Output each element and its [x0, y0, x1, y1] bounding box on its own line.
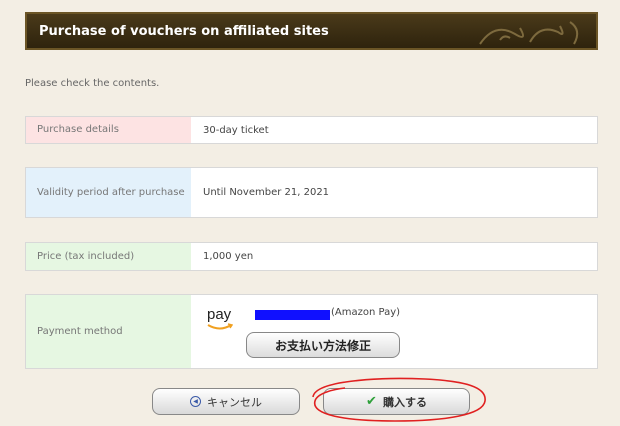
price-label: Price (tax included) [26, 243, 191, 270]
payment-method-value: pay (Amazon Pay) お支払い方法修正 [191, 295, 597, 368]
price-value: 1,000 yen [203, 251, 254, 262]
circle-left-arrow-icon: ◀ [190, 396, 201, 407]
purchase-details-label: Purchase details [26, 117, 191, 143]
payment-method-label: Payment method [26, 295, 191, 368]
red-circle-annotation [312, 377, 486, 422]
page-header: Purchase of vouchers on affiliated sites [25, 12, 598, 50]
redacted-account [255, 310, 330, 320]
validity-period-value: Until November 21, 2021 [203, 187, 330, 198]
payment-method-row: Payment method pay (Amazon Pay) お支払い方法修正 [25, 294, 598, 369]
amazon-pay-logo-icon: pay [207, 306, 233, 331]
pay-logo-text: pay [207, 306, 232, 323]
modify-payment-button[interactable]: お支払い方法修正 [246, 332, 400, 358]
cancel-button[interactable]: ◀ キャンセル [152, 388, 300, 415]
validity-period-row: Validity period after purchase Until Nov… [25, 167, 598, 218]
purchase-details-value: 30-day ticket [203, 124, 269, 136]
purchase-details-row: Purchase details 30-day ticket [25, 116, 598, 144]
payment-provider-text: (Amazon Pay) [331, 307, 401, 318]
validity-period-label: Validity period after purchase [26, 168, 191, 217]
intro-text: Please check the contents. [25, 78, 160, 89]
price-row: Price (tax included) 1,000 yen [25, 242, 598, 271]
header-ornament-icon [479, 21, 579, 45]
page-title: Purchase of vouchers on affiliated sites [39, 24, 329, 39]
cancel-label: キャンセル [207, 395, 262, 409]
